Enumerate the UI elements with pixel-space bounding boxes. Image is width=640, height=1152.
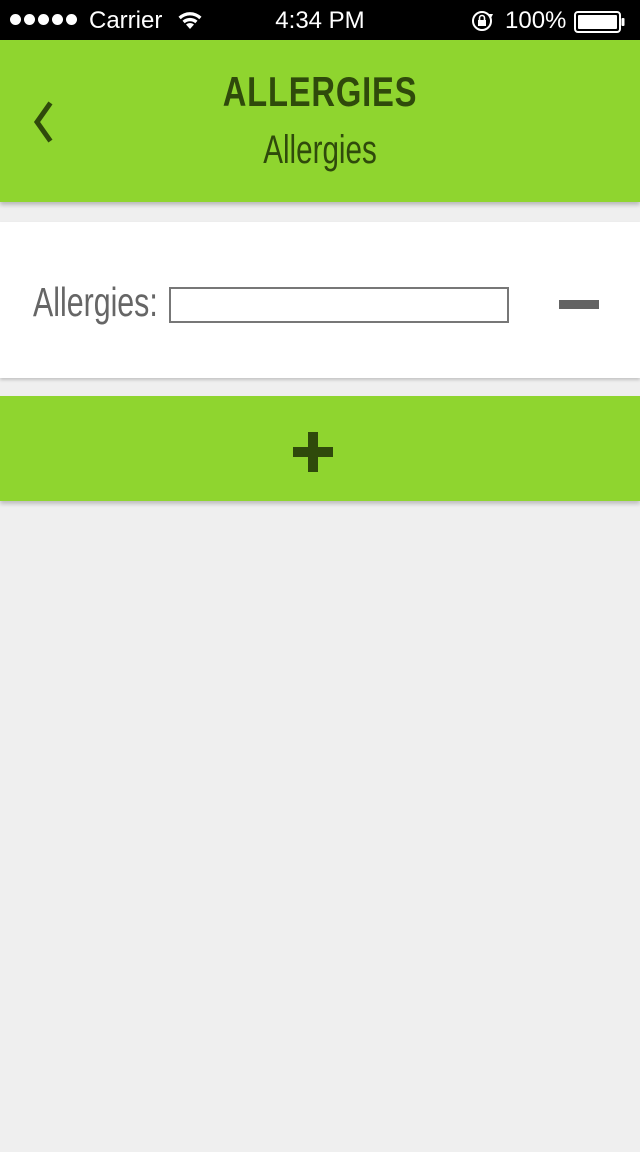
add-allergy-button[interactable]: [0, 396, 640, 501]
allergy-entry-card: Allergies:: [0, 222, 640, 378]
rotation-lock-icon: [472, 11, 493, 31]
back-button[interactable]: [24, 95, 76, 155]
page-title: ALLERGIES: [222, 68, 418, 115]
minus-icon: [559, 300, 599, 309]
battery-icon: [574, 11, 625, 33]
allergies-input[interactable]: [169, 287, 509, 323]
status-bar: Carrier 4:34 PM 100%: [0, 0, 640, 40]
chevron-left-icon: [33, 101, 53, 143]
plus-icon: [293, 432, 333, 472]
navigation-header: ALLERGIES Allergies: [0, 40, 640, 202]
remove-allergy-button[interactable]: [548, 282, 610, 326]
page-subtitle: Allergies: [263, 128, 377, 172]
allergies-label: Allergies:: [33, 279, 158, 325]
battery-percentage: 100%: [505, 7, 567, 34]
